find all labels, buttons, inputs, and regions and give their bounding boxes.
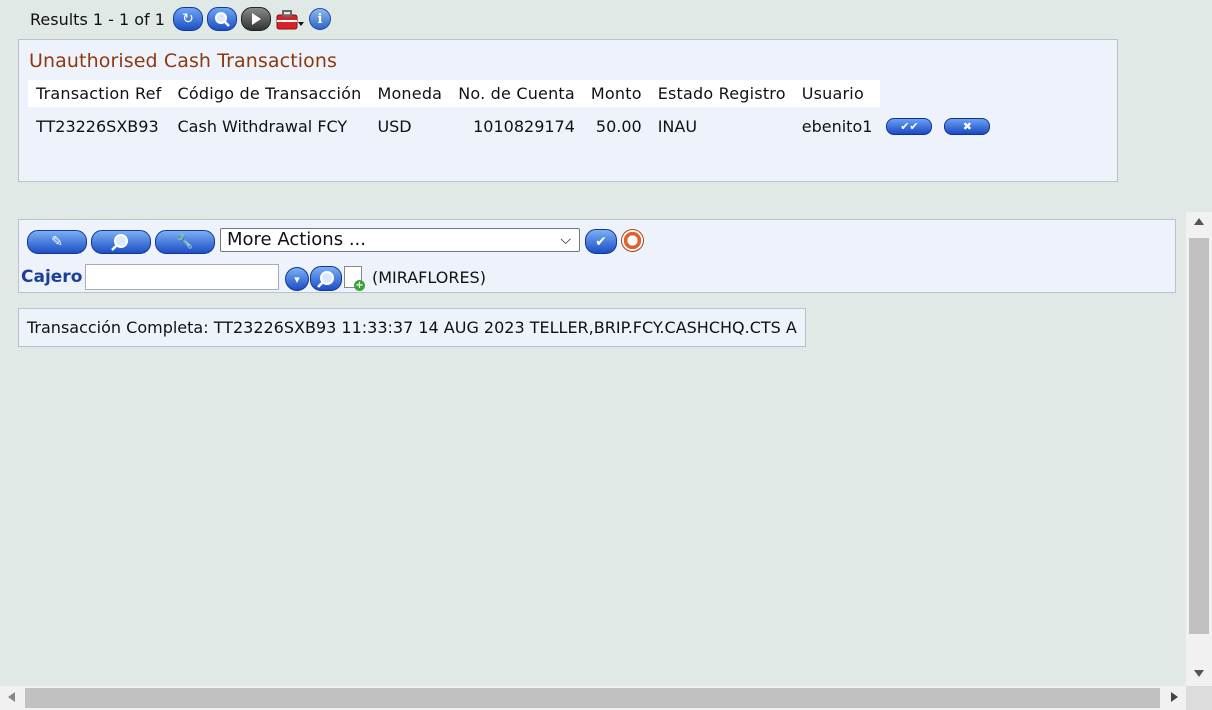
results-toolbar: Results 1 - 1 of 1 ↻ i <box>30 6 331 32</box>
double-check-icon: ✔✔ <box>900 119 919 133</box>
column-header[interactable]: Moneda <box>369 80 451 107</box>
authorise-cell: ✔✔ <box>880 107 938 145</box>
cajero-input[interactable] <box>85 264 279 290</box>
toolbox-icon <box>276 10 304 30</box>
vertical-scroll-thumb[interactable] <box>1189 238 1209 634</box>
vertical-scrollbar[interactable] <box>1186 212 1212 686</box>
horizontal-scroll-thumb[interactable] <box>25 688 1160 708</box>
column-header[interactable]: Monto <box>582 80 650 107</box>
delete-cell: ✖ <box>938 107 996 145</box>
column-header[interactable]: Usuario <box>793 80 881 107</box>
new-document-icon[interactable] <box>344 266 365 291</box>
results-count: Results 1 - 1 of 1 <box>30 9 165 29</box>
edit-icon: ✎ <box>51 234 63 250</box>
wrench-icon: 🔧 <box>176 234 194 250</box>
search-icon <box>206 7 237 31</box>
actions-panel: ✎ 🔧 More Actions ... ⌵ ✔ Cajero ▾ (MIRAF… <box>18 219 1176 293</box>
tools-button[interactable]: 🔧 <box>155 230 215 254</box>
table-row: TT23226SXB93 Cash Withdrawal FCY USD 101… <box>28 107 996 145</box>
horizontal-scrollbar[interactable] <box>0 686 1186 710</box>
next-button[interactable] <box>240 7 271 31</box>
cajero-dropdown-button[interactable]: ▾ <box>285 267 309 291</box>
scroll-up-arrow-icon[interactable] <box>1194 218 1204 225</box>
cajero-search-button[interactable] <box>310 266 342 291</box>
check-icon: ✔ <box>595 233 607 250</box>
help-icon[interactable] <box>621 229 644 252</box>
scroll-right-arrow-icon[interactable] <box>1171 692 1178 702</box>
usuario-cell: ebenito1 <box>801 116 873 136</box>
chevron-down-icon: ▾ <box>294 272 300 286</box>
column-header[interactable]: Estado Registro <box>649 80 794 107</box>
refresh-button[interactable]: ↻ <box>172 7 203 31</box>
refresh-icon: ↻ <box>172 7 203 31</box>
table-header-row: Transaction Ref Código de Transacción Mo… <box>28 80 996 107</box>
estado-cell: INAU <box>657 116 698 136</box>
scroll-left-arrow-icon[interactable] <box>8 692 15 702</box>
search-icon <box>317 270 334 288</box>
scrollbar-corner <box>1186 686 1212 710</box>
chevron-down-icon: ⌵ <box>560 232 571 248</box>
close-icon: ✖ <box>962 119 973 133</box>
status-message: Transacción Completa: TT23226SXB93 11:33… <box>18 308 806 347</box>
column-header[interactable]: Transaction Ref <box>28 80 170 107</box>
more-actions-value: More Actions ... <box>227 229 366 250</box>
search-button[interactable] <box>206 7 237 31</box>
branch-name: (MIRAFLORES) <box>372 268 486 287</box>
moneda-cell: USD <box>377 116 412 136</box>
transactions-table: Transaction Ref Código de Transacción Mo… <box>28 80 996 145</box>
monto-cell: 50.00 <box>595 116 642 136</box>
more-actions-select[interactable]: More Actions ... ⌵ <box>220 228 580 252</box>
panel-title: Unauthorised Cash Transactions <box>29 50 338 72</box>
go-button[interactable]: ✔ <box>585 229 617 254</box>
toolbox-button[interactable] <box>275 7 305 31</box>
authorise-button[interactable]: ✔✔ <box>886 117 933 135</box>
cajero-label: Cajero <box>21 267 83 287</box>
info-icon[interactable]: i <box>308 8 331 30</box>
search-icon <box>111 234 128 251</box>
column-header[interactable]: No. de Cuenta <box>450 80 583 107</box>
column-header[interactable]: Código de Transacción <box>169 80 370 107</box>
cuenta-cell: 1010829174 <box>473 116 575 136</box>
codigo-cell: Cash Withdrawal FCY <box>177 116 348 136</box>
unauthorised-panel: Unauthorised Cash Transactions Transacti… <box>18 39 1118 182</box>
next-icon <box>240 7 271 31</box>
transaction-ref-cell[interactable]: TT23226SXB93 <box>28 107 170 145</box>
delete-button[interactable]: ✖ <box>944 117 991 135</box>
edit-button[interactable]: ✎ <box>27 230 87 254</box>
view-button[interactable] <box>91 230 151 254</box>
scroll-down-arrow-icon[interactable] <box>1194 670 1204 677</box>
